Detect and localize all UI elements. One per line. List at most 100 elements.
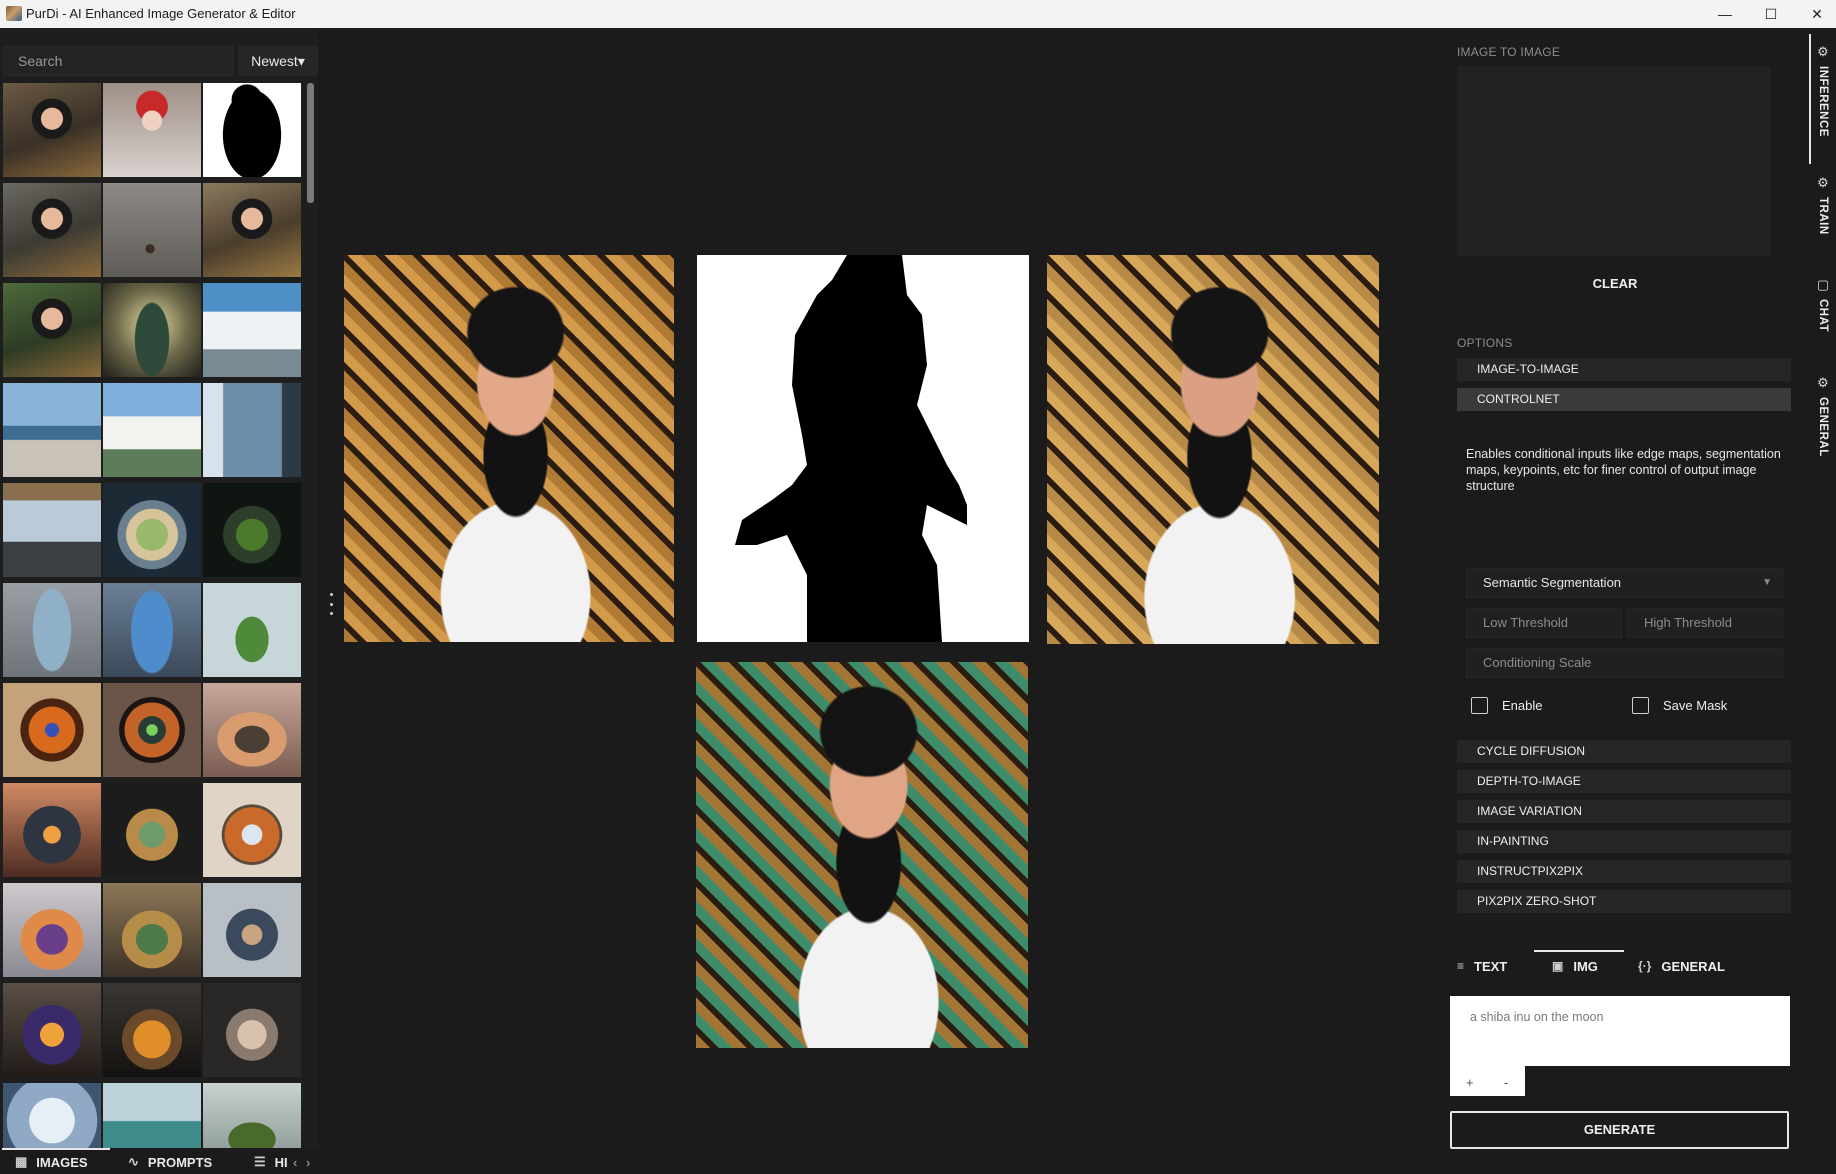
tab-train[interactable]: ⚙ TRAIN [1810,175,1836,235]
tab-text-label: TEXT [1474,958,1508,974]
enable-checkbox[interactable]: Enable [1471,697,1542,714]
tab-general-settings[interactable]: ⚙ GENERAL [1810,375,1836,457]
thumbnail[interactable] [103,683,201,777]
tab-img[interactable]: ▣ IMG [1552,955,1598,977]
thumbnail[interactable] [203,683,301,777]
chevron-down-icon: ▾ [297,53,305,69]
tab-inference[interactable]: ⚙ INFERENCE [1810,44,1836,137]
thumbnail[interactable] [203,383,301,477]
thumbnail[interactable] [203,583,301,677]
remove-prompt-button[interactable]: - [1504,1075,1508,1090]
thumbnail[interactable] [203,83,301,177]
gallery-scrollbar[interactable] [307,83,314,203]
segmentation-mask-image[interactable] [697,255,1029,642]
controlnet-model-select[interactable]: Semantic Segmentation ▼ [1466,568,1783,598]
generate-button[interactable]: GENERATE [1450,1111,1789,1149]
conditioning-scale-input[interactable]: Conditioning Scale [1466,648,1783,678]
thumbnail[interactable] [3,883,101,977]
option-depth-to-image[interactable]: DEPTH-TO-IMAGE [1457,770,1791,793]
thumbnail[interactable] [3,583,101,677]
search-input[interactable]: Search [3,46,233,76]
tab-chat-label: CHAT [1817,299,1829,333]
panel-resize-handle[interactable] [329,593,333,615]
code-brackets-icon: {·} [1638,959,1652,973]
option-pix2pix-zero-shot[interactable]: PIX2PIX ZERO-SHOT [1457,890,1791,913]
thumbnail[interactable] [203,283,301,377]
activity-icon: ∿ [128,1154,139,1169]
thumbnail[interactable] [203,483,301,577]
result-image-snow[interactable] [1047,255,1379,644]
high-threshold-input[interactable]: High Threshold [1627,608,1783,638]
thumbnail[interactable] [3,783,101,877]
maximize-button[interactable]: ☐ [1748,0,1794,28]
thumbnail[interactable] [3,683,101,777]
option-image-to-image[interactable]: IMAGE-TO-IMAGE [1457,358,1791,381]
tab-history[interactable]: ☰ HI [254,1150,288,1174]
thumbnail[interactable] [103,183,201,277]
option-controlnet[interactable]: CONTROLNET [1457,388,1791,411]
thumbnail[interactable] [103,383,201,477]
prompt-input[interactable]: a shiba inu on the moon [1450,996,1790,1066]
thumbnail[interactable] [103,283,201,377]
sort-label: Newest [251,53,298,69]
save-mask-label: Save Mask [1663,698,1728,713]
window-title: PurDi - AI Enhanced Image Generator & Ed… [26,6,296,21]
options-heading: OPTIONS [1457,336,1513,350]
thumbnail[interactable] [203,183,301,277]
minimize-button[interactable]: — [1702,0,1748,28]
thumbnail[interactable] [3,383,101,477]
save-mask-checkbox[interactable]: Save Mask [1632,697,1727,714]
gear-icon: ⚙ [1817,44,1829,59]
option-cycle-diffusion[interactable]: CYCLE DIFFUSION [1457,740,1791,763]
low-threshold-input[interactable]: Low Threshold [1466,608,1622,638]
tab-inference-label: INFERENCE [1817,66,1829,137]
thumbnail[interactable] [3,83,101,177]
option-in-painting[interactable]: IN-PAINTING [1457,830,1791,853]
checkbox-square [1632,697,1649,714]
thumbnail[interactable] [103,883,201,977]
thumbnail[interactable] [3,183,101,277]
enable-label: Enable [1502,698,1543,713]
tab-text[interactable]: ≡ TEXT [1457,955,1507,977]
gear-icon: ⚙ [1817,175,1829,190]
sort-dropdown[interactable]: Newest▾ [238,46,318,76]
thumbnail[interactable] [203,883,301,977]
thumbnail[interactable] [203,783,301,877]
close-button[interactable]: ✕ [1794,0,1836,28]
tab-images[interactable]: ▦ IMAGES [15,1150,88,1174]
tab-images-label: IMAGES [36,1154,88,1170]
tab-prompts[interactable]: ∿ PROMPTS [128,1150,212,1174]
option-instructpix2pix[interactable]: INSTRUCTPIX2PIX [1457,860,1791,883]
result-image-original[interactable] [344,255,674,642]
option-image-variation[interactable]: IMAGE VARIATION [1457,800,1791,823]
thumbnail[interactable] [103,783,201,877]
thumbnail[interactable] [103,583,201,677]
tabs-next-button[interactable]: › [306,1150,310,1174]
tabs-prev-button[interactable]: ‹ [293,1150,297,1174]
tab-general-label: GENERAL [1661,958,1725,974]
text-lines-icon: ≡ [1457,959,1465,973]
image-drop-zone[interactable] [1457,66,1771,256]
thumbnail[interactable] [3,283,101,377]
thumbnail[interactable] [3,483,101,577]
thumbnail[interactable] [103,83,201,177]
grid-icon: ▦ [15,1154,28,1169]
tab-general[interactable]: {·} GENERAL [1638,955,1725,977]
checkbox-square [1471,697,1488,714]
controlnet-description: Enables conditional inputs like edge map… [1466,447,1781,493]
thumbnail[interactable] [103,483,201,577]
thumbnail[interactable] [103,983,201,1077]
thumbnail[interactable] [203,983,301,1077]
model-select-value: Semantic Segmentation [1483,575,1622,590]
result-image-forest[interactable] [696,662,1028,1048]
list-icon: ☰ [254,1154,266,1169]
clear-button[interactable]: CLEAR [1580,276,1650,294]
gallery-tabs: ▦ IMAGES ∿ PROMPTS ☰ HI ‹ › [0,1148,318,1174]
tab-prompts-label: PROMPTS [147,1154,213,1170]
add-prompt-button[interactable]: + [1466,1075,1474,1090]
thumbnail-grid [3,83,303,1172]
tab-chat[interactable]: ▢ CHAT [1810,277,1836,332]
thumbnail[interactable] [3,983,101,1077]
tab-img-label: IMG [1573,958,1598,974]
chat-bubble-icon: ▢ [1816,277,1830,292]
